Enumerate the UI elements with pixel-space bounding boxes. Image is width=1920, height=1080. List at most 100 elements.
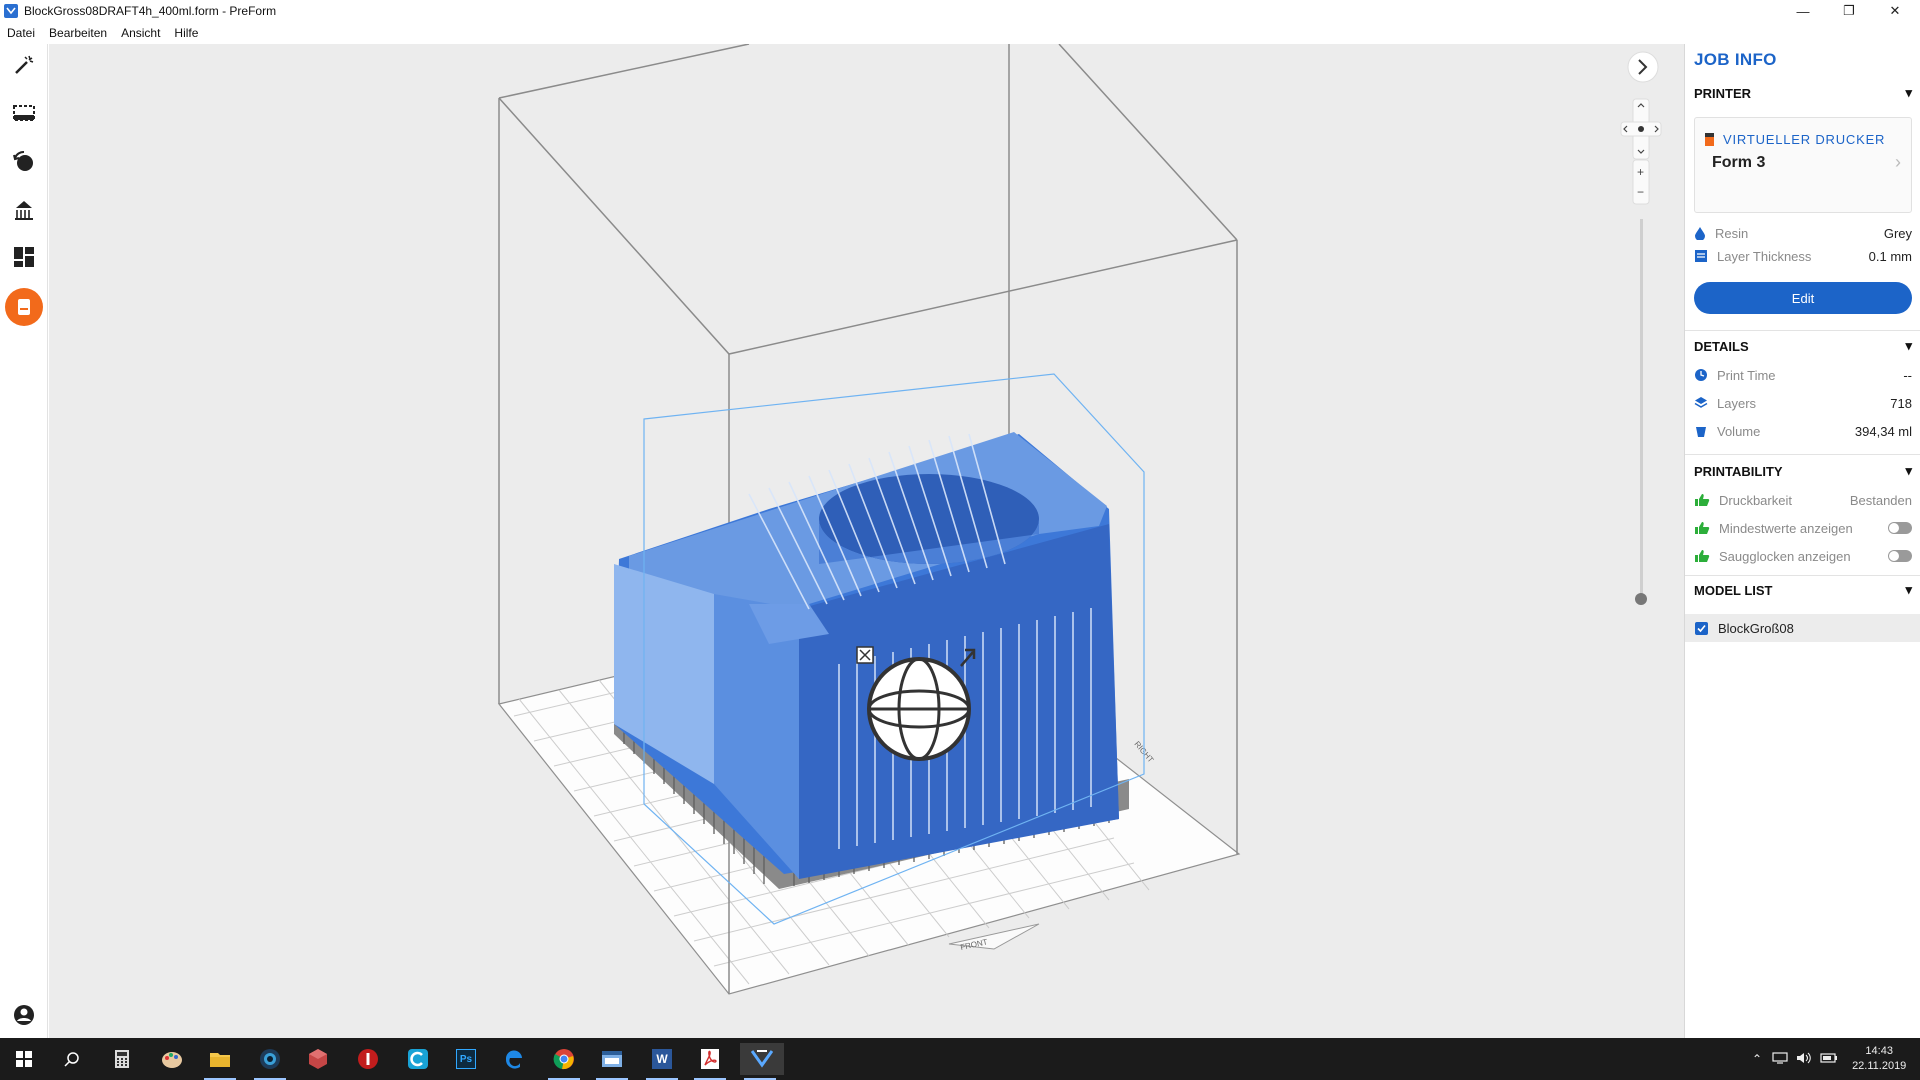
caret-down-icon[interactable]: ▾ — [1905, 582, 1912, 598]
volume-value: 394,34 ml — [1854, 423, 1912, 439]
layers-value: 718 — [1890, 395, 1912, 411]
divider — [1685, 454, 1920, 455]
network-icon[interactable] — [1772, 1051, 1788, 1067]
model-list-heading: MODEL LIST — [1694, 582, 1773, 598]
collapse-panel-button[interactable] — [1627, 51, 1659, 83]
zoom-out-button[interactable]: − — [1637, 185, 1644, 199]
caret-down-icon[interactable]: ▾ — [1905, 463, 1912, 479]
edit-button[interactable]: Edit — [1694, 282, 1912, 314]
acrobat-icon[interactable] — [690, 1043, 730, 1080]
print-time-value: -- — [1903, 367, 1912, 383]
account-icon[interactable] — [9, 1000, 39, 1030]
menu-ansicht[interactable]: Ansicht — [121, 26, 160, 40]
zoom-control[interactable]: + − — [1632, 159, 1650, 205]
details-section-header[interactable]: DETAILS ▾ — [1694, 338, 1912, 354]
printability-heading: PRINTABILITY — [1694, 463, 1783, 479]
job-info-panel: JOB INFO PRINTER ▾ VIRTUELLER DRUCKER Fo… — [1684, 44, 1920, 1038]
model-name: BlockGroß08 — [1718, 620, 1794, 636]
chevron-right-icon[interactable]: › — [1895, 152, 1901, 173]
volume-speaker-icon[interactable] — [1796, 1052, 1812, 1067]
resin-drop-icon — [1695, 227, 1705, 240]
menu-bearbeiten[interactable]: Bearbeiten — [49, 26, 107, 40]
minimize-button[interactable]: — — [1780, 0, 1826, 22]
print-time-row: Print Time -- — [1694, 365, 1912, 385]
photoshop-label: Ps — [456, 1049, 476, 1069]
orientation-icon[interactable] — [9, 147, 39, 177]
layers-label: Layers — [1717, 395, 1757, 411]
view-navigation-control[interactable] — [1620, 98, 1662, 160]
model-list-section-header[interactable]: MODEL LIST ▾ — [1694, 582, 1912, 598]
divider — [1685, 330, 1920, 331]
printer-section-header[interactable]: PRINTER ▾ — [1694, 85, 1912, 101]
divider — [1685, 575, 1920, 576]
mindestwerte-toggle[interactable] — [1888, 522, 1912, 534]
clock-time: 14:43 — [1865, 1045, 1893, 1057]
window-title: BlockGross08DRAFT4h_400ml.form - PreForm — [24, 4, 277, 18]
restore-button[interactable]: ❐ — [1826, 0, 1872, 22]
select-region-icon[interactable] — [9, 98, 39, 128]
menu-hilfe[interactable]: Hilfe — [174, 26, 198, 40]
printer-type: VIRTUELLER DRUCKER — [1723, 132, 1886, 147]
menu-datei[interactable]: Datei — [7, 26, 35, 40]
printer-model: Form 3 — [1712, 154, 1766, 171]
system-tray: ⌃ 14:43 22.11.2019 — [1752, 1038, 1906, 1080]
thumbs-up-icon — [1695, 522, 1710, 534]
volume-row: Volume 394,34 ml — [1694, 421, 1912, 441]
layers-row: Layers 718 — [1694, 393, 1912, 413]
close-button[interactable]: ✕ — [1872, 0, 1918, 22]
search-icon[interactable] — [52, 1043, 92, 1075]
camera-app-icon[interactable] — [250, 1043, 290, 1080]
clock-icon — [1695, 369, 1707, 381]
3d-app-icon[interactable] — [298, 1043, 338, 1075]
printer-icon — [1705, 133, 1714, 146]
rotation-gizmo[interactable] — [867, 657, 971, 761]
supports-icon[interactable] — [9, 195, 39, 225]
edge-icon[interactable] — [494, 1043, 534, 1075]
red-app-icon[interactable] — [348, 1043, 388, 1075]
menu-bar: Datei Bearbeiten Ansicht Hilfe — [0, 22, 1920, 44]
volume-icon — [1696, 427, 1706, 437]
battery-icon[interactable] — [1820, 1052, 1838, 1066]
paint-icon[interactable] — [152, 1043, 192, 1075]
zoom-in-button[interactable]: + — [1637, 165, 1644, 179]
model-list-item[interactable]: BlockGroß08 — [1685, 614, 1920, 642]
layout-icon[interactable] — [9, 242, 39, 272]
layer-slider[interactable] — [1635, 219, 1647, 605]
print-time-label: Print Time — [1717, 367, 1776, 383]
photoshop-icon[interactable]: Ps — [446, 1043, 486, 1075]
chevron-up-icon[interactable]: ⌃ — [1752, 1052, 1762, 1066]
printer-card[interactable]: VIRTUELLER DRUCKER Form 3 › — [1694, 117, 1912, 213]
file-explorer-icon[interactable] — [200, 1043, 240, 1080]
preform-icon[interactable] — [740, 1043, 784, 1080]
saugglocken-row: Saugglocken anzeigen — [1694, 546, 1912, 566]
saugglocken-toggle[interactable] — [1888, 550, 1912, 562]
scale-handle-icon[interactable] — [856, 646, 874, 664]
3d-viewport[interactable]: FRONT RIGHT + − — [49, 44, 1684, 1038]
title-bar: BlockGross08DRAFT4h_400ml.form - PreForm… — [0, 0, 1920, 22]
print-icon[interactable] — [5, 288, 43, 326]
chrome-icon[interactable] — [544, 1043, 584, 1080]
taskbar: Ps W ⌃ 14:43 22.11.2019 — [0, 1038, 1920, 1080]
calculator-icon[interactable] — [102, 1043, 142, 1075]
panel-title: JOB INFO — [1694, 50, 1777, 69]
caret-down-icon[interactable]: ▾ — [1905, 85, 1912, 101]
details-heading: DETAILS — [1694, 338, 1749, 354]
windows-start-icon[interactable] — [4, 1043, 44, 1075]
thumbs-up-icon — [1695, 550, 1710, 562]
clock[interactable]: 14:43 22.11.2019 — [1852, 1044, 1906, 1074]
window-app-icon[interactable] — [592, 1043, 632, 1080]
druckbarkeit-value: Bestanden — [1849, 492, 1912, 508]
caret-down-icon[interactable]: ▾ — [1905, 338, 1912, 354]
clock-date: 22.11.2019 — [1852, 1060, 1907, 1072]
resin-row: Resin Grey — [1694, 223, 1912, 243]
layer-thickness-row: Layer Thickness 0.1 mm — [1694, 246, 1912, 266]
layer-thickness-label: Layer Thickness — [1717, 248, 1812, 264]
checkbox-checked-icon[interactable] — [1695, 621, 1708, 635]
platform-front-label: FRONT — [960, 937, 989, 952]
thumbs-up-icon — [1695, 494, 1710, 506]
magic-wand-icon[interactable] — [9, 50, 39, 80]
printability-section-header[interactable]: PRINTABILITY ▾ — [1694, 463, 1912, 479]
c-app-icon[interactable] — [398, 1043, 438, 1075]
word-icon[interactable]: W — [642, 1043, 682, 1080]
scene-canvas[interactable]: FRONT RIGHT + − — [49, 44, 1684, 1038]
